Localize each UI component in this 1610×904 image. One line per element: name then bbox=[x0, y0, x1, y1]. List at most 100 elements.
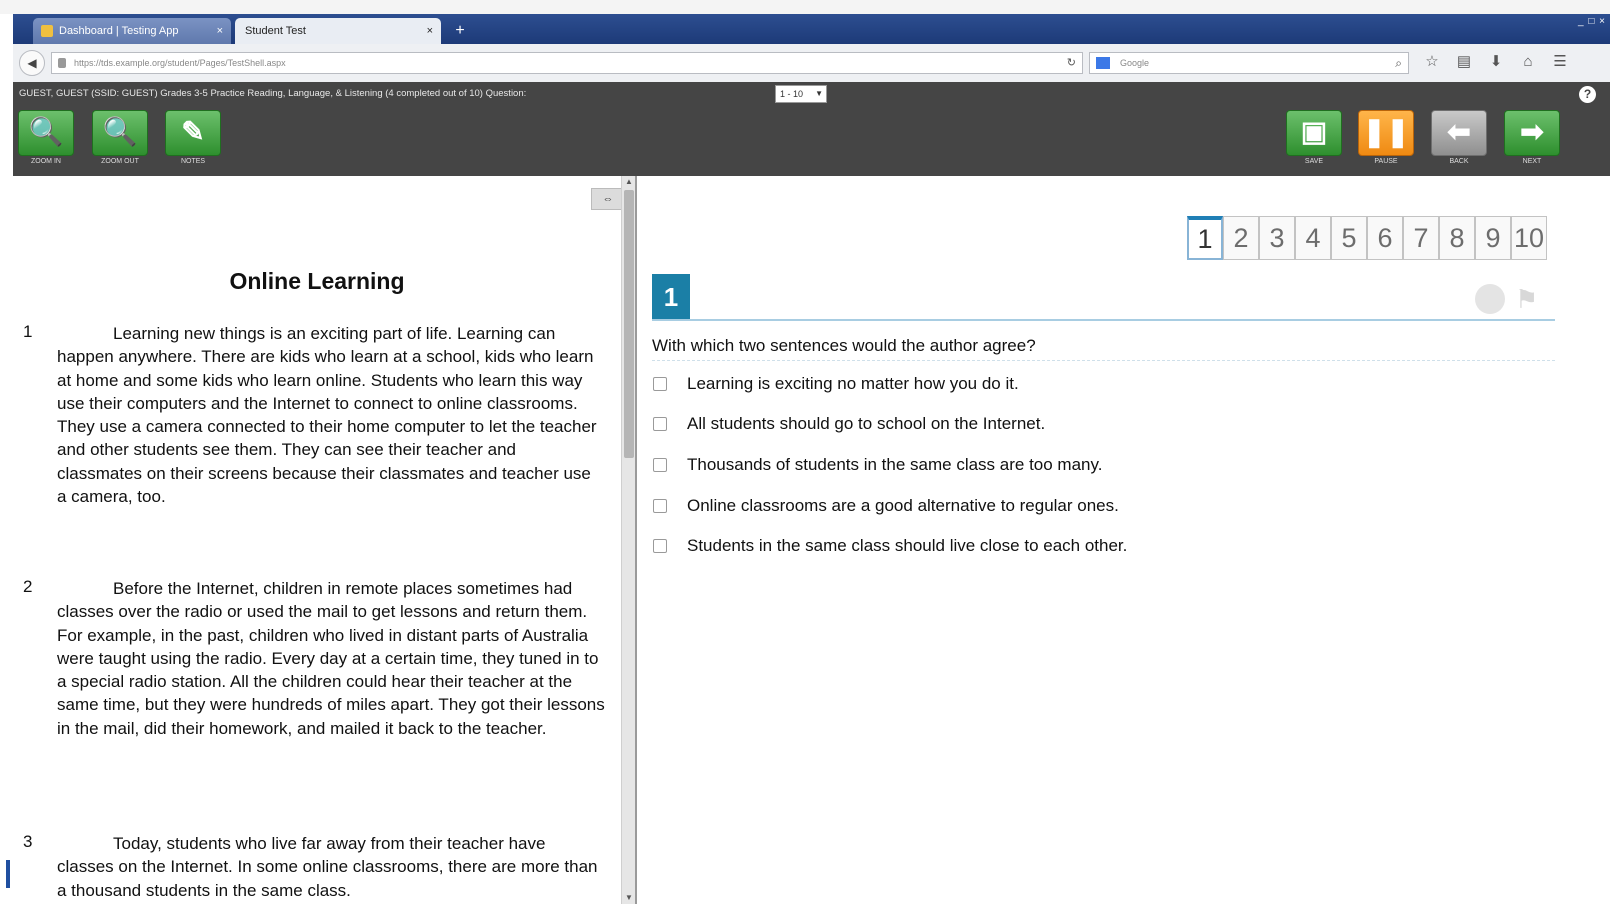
download-icon[interactable]: ⬇ bbox=[1487, 52, 1505, 72]
mark-for-review-icon[interactable] bbox=[1475, 284, 1505, 314]
question-select[interactable]: 1 - 10 ▼ bbox=[775, 85, 827, 103]
tab-close-icon[interactable]: × bbox=[217, 18, 223, 44]
question-nav-item[interactable]: 6 bbox=[1367, 216, 1403, 260]
question-nav-item[interactable]: 5 bbox=[1331, 216, 1367, 260]
answer-option-text[interactable]: Students in the same class should live c… bbox=[687, 536, 1127, 556]
question-pane: 1 2 3 4 5 6 7 8 9 10 1 ⚑ With which two sentences… bbox=[637, 176, 1610, 904]
scroll-thumb[interactable] bbox=[624, 190, 634, 458]
back-button[interactable]: ◀ bbox=[19, 50, 45, 76]
window-controls[interactable]: _ □ × bbox=[1578, 16, 1606, 27]
pause-tool[interactable]: ❚❚ PAUSE bbox=[1357, 110, 1415, 165]
question-nav-item[interactable]: 1 bbox=[1187, 216, 1223, 260]
paragraph-number: 1 bbox=[23, 322, 33, 341]
back-tool[interactable]: ⬅ BACK bbox=[1430, 110, 1488, 165]
window-frame-left bbox=[0, 14, 13, 904]
browser-nav-bar: ◀ https://tds.example.org/student/Pages/… bbox=[13, 44, 1610, 83]
next-tool[interactable]: ➡ NEXT bbox=[1503, 110, 1561, 165]
arrow-right-icon[interactable]: ➡ bbox=[1504, 110, 1560, 156]
answer-option-text[interactable]: Learning is exciting no matter how you d… bbox=[687, 374, 1019, 394]
search-icon[interactable]: ⌕ bbox=[1395, 53, 1402, 73]
notes-tool[interactable]: ✎ NOTES bbox=[164, 110, 222, 165]
answer-option[interactable]: Thousands of students in the same class … bbox=[653, 453, 1102, 477]
question-number: 1 bbox=[652, 274, 690, 320]
url-text: https://tds.example.org/student/Pages/Te… bbox=[74, 58, 286, 68]
browser-toolbar-icons: ☆ ▤ ⬇ ⌂ ☰ bbox=[1423, 52, 1569, 74]
tab-close-icon[interactable]: × bbox=[427, 18, 433, 44]
answer-option-text[interactable]: All students should go to school on the … bbox=[687, 414, 1045, 434]
taskbar-edge-marker bbox=[6, 860, 10, 888]
arrow-left-icon[interactable]: ⬅ bbox=[1431, 110, 1487, 156]
passage-title: Online Learning bbox=[229, 268, 405, 294]
answer-option[interactable]: All students should go to school on the … bbox=[653, 412, 1045, 436]
zoom-out-tool[interactable]: 🔍 ZOOM OUT bbox=[91, 110, 149, 165]
next-label: NEXT bbox=[1522, 158, 1542, 165]
browser-tab-strip: Dashboard | Testing App × Student Test ×… bbox=[13, 14, 1610, 44]
tab-label: Dashboard | Testing App bbox=[59, 25, 179, 37]
paragraph-number: 3 bbox=[23, 832, 33, 851]
window-frame-top bbox=[0, 0, 1610, 14]
reload-icon[interactable]: ↻ bbox=[1067, 53, 1076, 73]
question-nav-item[interactable]: 3 bbox=[1259, 216, 1295, 260]
new-tab-button[interactable]: + bbox=[449, 20, 471, 42]
answer-option-text[interactable]: Thousands of students in the same class … bbox=[687, 455, 1102, 475]
browser-tab-student-test[interactable]: Student Test × bbox=[235, 18, 441, 44]
menu-icon[interactable]: ☰ bbox=[1551, 52, 1569, 72]
answer-option[interactable]: Online classrooms are a good alternative… bbox=[653, 494, 1119, 518]
tab-label: Student Test bbox=[245, 25, 306, 37]
question-stem: With which two sentences would the autho… bbox=[652, 336, 1555, 361]
answer-checkbox[interactable] bbox=[653, 458, 667, 472]
answer-option[interactable]: Students in the same class should live c… bbox=[653, 534, 1127, 558]
question-nav-item[interactable]: 9 bbox=[1475, 216, 1511, 260]
tab-favicon-icon bbox=[41, 25, 53, 37]
flag-icon[interactable]: ⚑ bbox=[1515, 284, 1545, 314]
notes-icon[interactable]: ✎ bbox=[165, 110, 221, 156]
save-icon[interactable]: ▣ bbox=[1286, 110, 1342, 156]
test-info: GUEST, GUEST (SSID: GUEST) Grades 3-5 Pr… bbox=[19, 88, 527, 99]
question-nav-item[interactable]: 8 bbox=[1439, 216, 1475, 260]
zoom-in-label: ZOOM IN bbox=[31, 158, 61, 165]
question-tools: ⚑ bbox=[1475, 284, 1545, 314]
test-header: GUEST, GUEST (SSID: GUEST) Grades 3-5 Pr… bbox=[13, 82, 1610, 176]
question-navigator: 1 2 3 4 5 6 7 8 9 10 bbox=[1187, 216, 1547, 260]
chevron-down-icon: ▼ bbox=[815, 89, 823, 98]
question-nav-item[interactable]: 10 bbox=[1511, 216, 1547, 260]
question-nav-item[interactable]: 7 bbox=[1403, 216, 1439, 260]
answer-checkbox[interactable] bbox=[653, 499, 667, 513]
passage-paragraph: Today, students who live far away from t… bbox=[57, 834, 598, 900]
zoom-out-icon[interactable]: 🔍 bbox=[92, 110, 148, 156]
passage-scrollbar[interactable]: ▲ ▼ bbox=[621, 176, 636, 904]
back-label: BACK bbox=[1449, 158, 1469, 165]
scroll-up-icon[interactable]: ▲ bbox=[622, 176, 636, 188]
save-tool[interactable]: ▣ SAVE bbox=[1285, 110, 1343, 165]
answer-checkbox[interactable] bbox=[653, 377, 667, 391]
paragraph-number: 2 bbox=[23, 577, 33, 596]
pause-label: PAUSE bbox=[1374, 158, 1398, 165]
question-nav-item[interactable]: 4 bbox=[1295, 216, 1331, 260]
pause-icon[interactable]: ❚❚ bbox=[1358, 110, 1414, 156]
help-icon[interactable]: ? bbox=[1579, 86, 1596, 103]
passage-paragraph: Learning new things is an exciting part … bbox=[57, 324, 597, 507]
answer-option[interactable]: Learning is exciting no matter how you d… bbox=[653, 372, 1019, 396]
expand-passage-button[interactable]: ⇔ bbox=[591, 188, 621, 210]
answer-option-text[interactable]: Online classrooms are a good alternative… bbox=[687, 496, 1119, 516]
address-bar[interactable]: https://tds.example.org/student/Pages/Te… bbox=[51, 52, 1083, 74]
zoom-in-icon[interactable]: 🔍 bbox=[18, 110, 74, 156]
answer-checkbox[interactable] bbox=[653, 417, 667, 431]
answer-checkbox[interactable] bbox=[653, 539, 667, 553]
search-engine-icon bbox=[1096, 57, 1110, 69]
scroll-down-icon[interactable]: ▼ bbox=[622, 892, 636, 904]
passage-paragraph: Before the Internet, children in remote … bbox=[57, 579, 605, 738]
browser-tab-dashboard[interactable]: Dashboard | Testing App × bbox=[33, 18, 231, 44]
passage-pane: ⇔ Online Learning 1 Learning new things … bbox=[13, 176, 621, 904]
search-input[interactable]: Google ⌕ bbox=[1089, 52, 1409, 74]
search-placeholder: Google bbox=[1120, 58, 1150, 68]
save-label: SAVE bbox=[1304, 158, 1324, 165]
zoom-out-label: ZOOM OUT bbox=[101, 158, 139, 165]
bookmarks-list-icon[interactable]: ▤ bbox=[1455, 52, 1473, 72]
zoom-in-tool[interactable]: 🔍 ZOOM IN bbox=[17, 110, 75, 165]
question-header-rule bbox=[652, 319, 1555, 321]
lock-icon bbox=[58, 58, 66, 68]
question-nav-item[interactable]: 2 bbox=[1223, 216, 1259, 260]
bookmark-star-icon[interactable]: ☆ bbox=[1423, 52, 1441, 72]
home-icon[interactable]: ⌂ bbox=[1519, 52, 1537, 72]
